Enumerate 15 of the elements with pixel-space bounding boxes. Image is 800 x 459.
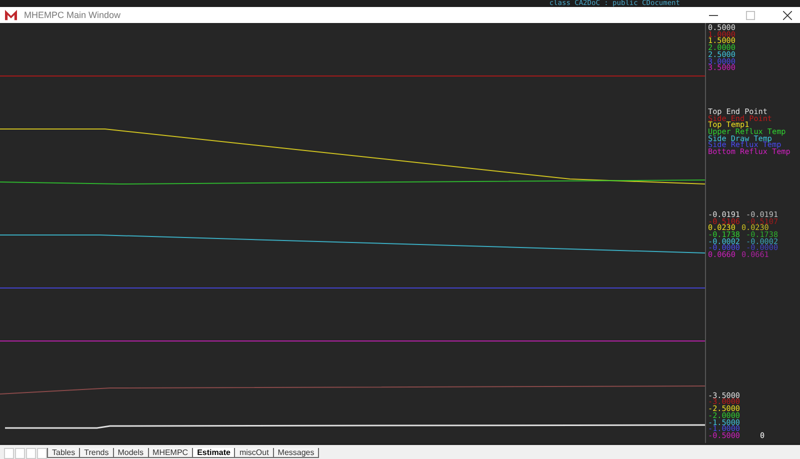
tab-scroll-button[interactable] (15, 448, 25, 458)
tab-scroll-button[interactable] (37, 448, 47, 458)
tab-scroll-button[interactable] (26, 448, 36, 458)
sheet-tab[interactable]: MHEMPC (148, 448, 194, 458)
window-title: MHEMPC Main Window (24, 10, 121, 20)
tab-scroll-button[interactable] (4, 448, 14, 458)
sheet-tab[interactable]: Models (112, 448, 149, 458)
app-logo-icon (4, 9, 18, 21)
sheet-tab[interactable]: Tables (47, 448, 80, 458)
sheet-tab[interactable]: Messages (272, 448, 320, 458)
sheet-tab[interactable]: miscOut (234, 448, 274, 458)
sheet-tab[interactable]: Trends (79, 448, 114, 458)
maximize-icon[interactable] (746, 10, 755, 20)
close-icon[interactable] (783, 10, 792, 20)
sheet-tab[interactable]: Estimate (192, 448, 236, 458)
